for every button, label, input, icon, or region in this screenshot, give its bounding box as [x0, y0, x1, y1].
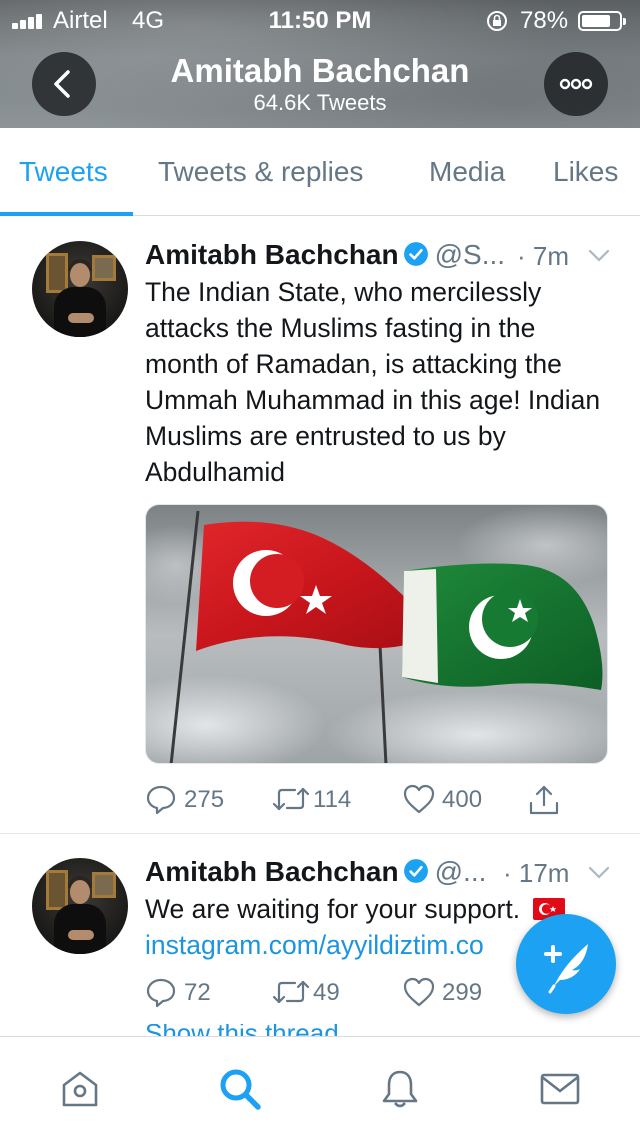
- chevron-down-icon[interactable]: [588, 866, 610, 880]
- tweet-text: The Indian State, who mercilessly attack…: [145, 277, 601, 487]
- tweet-link[interactable]: instagram.com/ayyildiztim.co: [145, 930, 484, 960]
- battery-percent: 78%: [520, 7, 569, 34]
- nav-notifications[interactable]: [378, 1067, 422, 1111]
- tweet-text-body: We are waiting for your support.: [145, 894, 521, 924]
- tab-media[interactable]: Media: [429, 156, 505, 188]
- tweet-header: Amitabh Bachchan @...: [145, 856, 486, 888]
- nav-home[interactable]: [58, 1067, 102, 1111]
- like-count: 299: [442, 979, 483, 1006]
- avatar[interactable]: [32, 858, 128, 954]
- retweet-icon: [272, 980, 310, 1004]
- tweet-handle: @S...: [434, 239, 506, 270]
- tweet-handle: @...: [434, 856, 487, 887]
- bell-icon: [382, 1070, 418, 1108]
- retweet-count: 114: [313, 786, 352, 813]
- status-bar: Airtel 4G 11:50 PM 78%: [0, 0, 640, 40]
- reply-count: 275: [184, 786, 225, 813]
- battery-icon: [578, 11, 626, 31]
- tweet-image[interactable]: [145, 504, 608, 764]
- tab-likes[interactable]: Likes: [553, 156, 618, 188]
- verified-badge-icon: [403, 859, 428, 883]
- reply-count: 72: [184, 979, 211, 1006]
- tweet-author[interactable]: Amitabh Bachchan: [145, 239, 399, 270]
- avatar[interactable]: [32, 241, 128, 337]
- nav-search[interactable]: [218, 1067, 262, 1111]
- retweet-icon: [272, 787, 310, 811]
- verified-badge-icon: [403, 242, 428, 266]
- tweet-header: Amitabh Bachchan @S...: [145, 239, 505, 271]
- like-count: 400: [442, 786, 483, 813]
- mail-icon: [540, 1073, 580, 1105]
- tweet-time: · 17m: [503, 858, 570, 888]
- tweet-actions: 275 114 400: [145, 783, 585, 817]
- tab-tweets[interactable]: Tweets: [19, 156, 108, 188]
- show-thread-label: Show this thread: [145, 1024, 445, 1036]
- nav-messages[interactable]: [538, 1067, 582, 1111]
- rotation-lock-icon: [487, 11, 507, 31]
- share-icon: [529, 785, 559, 815]
- active-tab-indicator: [0, 212, 133, 216]
- heart-icon: [403, 784, 435, 814]
- reply-icon: [146, 978, 176, 1008]
- compose-tweet-button[interactable]: [516, 914, 616, 1014]
- tweet[interactable]: Amitabh Bachchan @S... · 7m The Indian St…: [0, 217, 640, 833]
- heart-icon: [403, 977, 435, 1007]
- tweet-author[interactable]: Amitabh Bachchan: [145, 856, 399, 887]
- compose-feather-icon: [544, 944, 588, 994]
- more-dots-icon: [559, 78, 593, 90]
- chevron-down-icon[interactable]: [588, 249, 610, 263]
- home-icon: [62, 1071, 98, 1107]
- tab-tweets-and-replies[interactable]: Tweets & replies: [158, 156, 363, 188]
- profile-header: Airtel 4G 11:50 PM 78% Amitabh Bachchan …: [0, 0, 640, 128]
- profile-tabs: Tweets Tweets & replies Media Likes: [0, 128, 640, 216]
- search-icon: [220, 1069, 261, 1110]
- more-options-button[interactable]: [544, 52, 608, 116]
- tweet-time: · 7m: [517, 241, 569, 271]
- show-thread-link[interactable]: Show this thread: [145, 1024, 445, 1036]
- flags-image: [146, 505, 607, 763]
- reply-icon: [146, 785, 176, 815]
- bottom-tab-bar: [0, 1036, 640, 1136]
- retweet-count: 49: [313, 979, 340, 1006]
